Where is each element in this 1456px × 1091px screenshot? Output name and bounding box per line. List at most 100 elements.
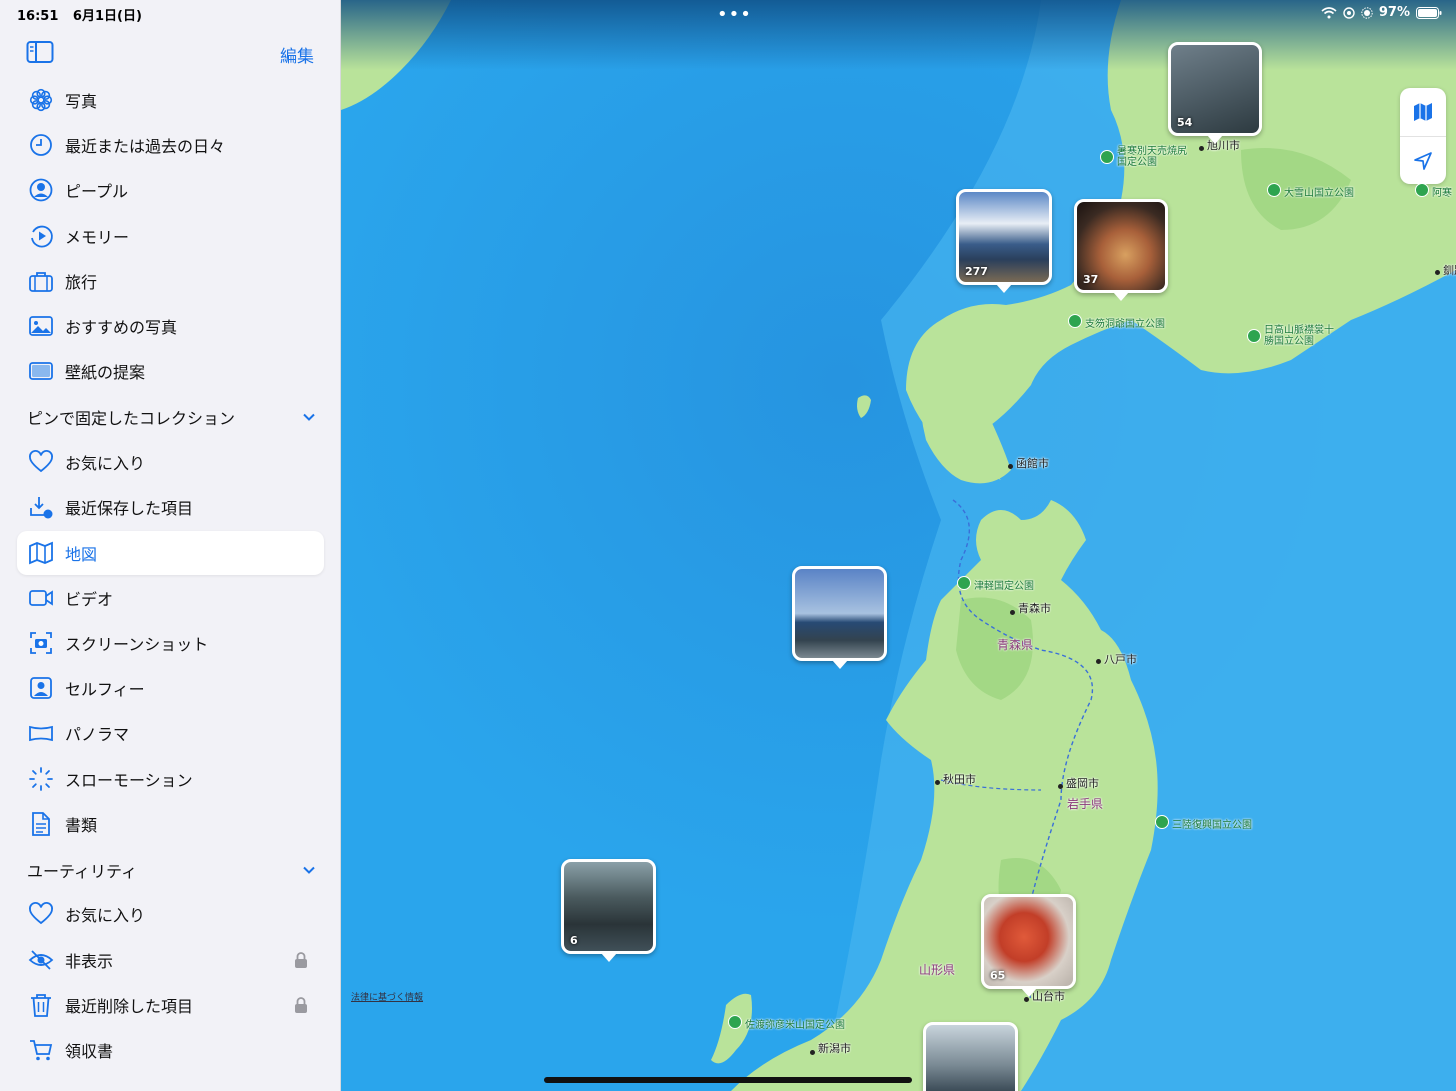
sidebar-item-label: 地図 xyxy=(65,545,98,564)
sidebar-item-label: ビデオ xyxy=(65,590,114,609)
home-indicator[interactable] xyxy=(544,1077,912,1083)
sidebar-item-videos[interactable]: ビデオ xyxy=(17,576,324,620)
sidebar-item-label: スクリーンショット xyxy=(65,635,209,654)
utilities-header[interactable]: ユーティリティ xyxy=(27,855,317,885)
photo-count: 37 xyxy=(1083,273,1099,286)
park-pin-icon[interactable] xyxy=(1155,815,1169,829)
sidebar-item-receipts[interactable]: 領収書 xyxy=(17,1028,324,1072)
sidebar-item-label: 最近または過去の日々 xyxy=(65,137,226,156)
photo-count: 277 xyxy=(965,265,988,278)
park-pin-icon[interactable] xyxy=(1415,183,1429,197)
pinned-collections-header[interactable]: ピンで固定したコレクション xyxy=(27,402,317,432)
suitcase-icon xyxy=(17,259,65,303)
legal-info-link[interactable]: 法律に基づく情報 xyxy=(351,990,423,1003)
sidebar-item-label: おすすめの写真 xyxy=(65,318,178,337)
photo-cluster-pin[interactable]: 277 xyxy=(956,189,1052,293)
map-mode-button[interactable] xyxy=(1400,88,1446,136)
current-location-button[interactable] xyxy=(1400,136,1446,184)
map-controls xyxy=(1400,88,1446,184)
sidebar-item-label: 最近削除した項目 xyxy=(65,997,194,1016)
sidebar-item-label: パノラマ xyxy=(65,725,130,744)
download-icon xyxy=(17,485,65,529)
sidebar-item-trips[interactable]: 旅行 xyxy=(17,259,324,303)
battery-icon xyxy=(1416,6,1442,19)
sidebar-toggle-icon[interactable] xyxy=(26,40,54,64)
sidebar-item-days[interactable]: 最近または過去の日々 xyxy=(17,123,324,167)
sidebar-item-wallpaper[interactable]: 壁紙の提案 xyxy=(17,349,324,393)
sidebar-item-documents[interactable]: 書類 xyxy=(17,802,324,846)
sidebar: 16:51 6月1日(日) 編集 写真 最近または過去の日々 ピープル メモリー… xyxy=(0,0,341,1091)
map-base xyxy=(341,0,1456,1091)
selfie-icon xyxy=(17,666,65,710)
heart-icon xyxy=(17,892,65,936)
lock-icon xyxy=(295,952,307,968)
photo-thumbnail: 54 xyxy=(1168,42,1262,136)
battery-percent: 97% xyxy=(1378,5,1410,20)
map-icon xyxy=(1414,103,1432,121)
park-pin-icon[interactable] xyxy=(728,1015,742,1029)
prefecture-label: 青森県 xyxy=(997,638,1034,652)
park-pin-icon[interactable] xyxy=(1267,183,1281,197)
city-label: 新潟市 xyxy=(818,1042,851,1055)
map-view[interactable]: ••• 97% 暑寒別天売焼尻国定公園 大雪山国立公園 阿寒 支笏洞爺国立公園 … xyxy=(341,0,1456,1091)
screenshot-icon xyxy=(17,621,65,665)
sidebar-item-label: セルフィー xyxy=(65,680,145,699)
sidebar-item-label: 最近保存した項目 xyxy=(65,499,194,518)
sidebar-item-label: 写真 xyxy=(65,92,98,111)
park-pin-icon[interactable] xyxy=(1100,150,1114,164)
wallpaper-icon xyxy=(17,349,65,393)
sidebar-item-utility-favorites[interactable]: お気に入り xyxy=(17,892,324,936)
wifi-icon xyxy=(1321,6,1337,18)
sidebar-item-memories[interactable]: メモリー xyxy=(17,214,324,258)
sidebar-item-label: 旅行 xyxy=(65,273,98,292)
sidebar-item-label: スローモーション xyxy=(65,771,193,790)
sidebar-item-label: 壁紙の提案 xyxy=(65,363,146,382)
sidebar-item-recently-deleted[interactable]: 最近削除した項目 xyxy=(17,983,324,1027)
sidebar-item-label: ピープル xyxy=(65,182,129,201)
photo-cluster-pin[interactable]: 54 xyxy=(1168,42,1262,144)
city-label: 八戸市 xyxy=(1104,653,1137,666)
edit-button[interactable]: 編集 xyxy=(280,42,314,67)
heart-icon xyxy=(17,440,65,484)
city-dot xyxy=(1024,997,1029,1002)
park-pin-icon[interactable] xyxy=(1068,314,1082,328)
sidebar-item-favorites[interactable]: お気に入り xyxy=(17,440,324,484)
photo-pin[interactable] xyxy=(792,566,887,669)
status-bar-left: 16:51 6月1日(日) xyxy=(17,5,152,24)
city-label: 函館市 xyxy=(1016,457,1049,470)
sidebar-item-screenshots[interactable]: スクリーンショット xyxy=(17,621,324,665)
sidebar-item-slowmo[interactable]: スローモーション xyxy=(17,757,324,801)
pin-tail xyxy=(1113,292,1129,301)
park-label: 阿寒 xyxy=(1432,188,1452,199)
sidebar-item-hidden[interactable]: 非表示 xyxy=(17,938,324,982)
city-dot xyxy=(1058,784,1063,789)
location-arrow-icon xyxy=(1414,151,1432,170)
sidebar-item-map[interactable]: 地図 xyxy=(17,531,324,575)
sidebar-item-photos[interactable]: 写真 xyxy=(17,78,324,122)
photo-cluster-pin[interactable]: 65 xyxy=(981,894,1076,997)
park-pin-icon[interactable] xyxy=(957,576,971,590)
photo-count: 54 xyxy=(1177,116,1193,129)
pin-tail xyxy=(600,953,617,962)
photo-cluster-pin[interactable]: 6 xyxy=(561,859,656,962)
sidebar-item-recently-saved[interactable]: 最近保存した項目 xyxy=(17,485,324,529)
park-pin-icon[interactable] xyxy=(1247,329,1261,343)
flower-icon xyxy=(17,78,65,122)
city-dot xyxy=(935,780,940,785)
park-label: 佐渡弥彦米山国定公園 xyxy=(745,1020,845,1031)
park-label: 支笏洞爺国立公園 xyxy=(1085,319,1165,330)
sidebar-item-label: メモリー xyxy=(65,228,130,247)
city-dot xyxy=(1199,146,1204,151)
photo-pin[interactable] xyxy=(923,1022,1018,1091)
multitask-dots[interactable]: ••• xyxy=(717,4,752,25)
status-time: 16:51 xyxy=(17,9,59,24)
sidebar-item-featured[interactable]: おすすめの写真 xyxy=(17,304,324,348)
eye-slash-icon xyxy=(17,938,65,982)
sidebar-item-people[interactable]: ピープル xyxy=(17,168,324,212)
sidebar-item-selfies[interactable]: セルフィー xyxy=(17,666,324,710)
photo-cluster-pin[interactable]: 37 xyxy=(1074,199,1168,301)
city-dot xyxy=(1008,464,1013,469)
sidebar-item-panoramas[interactable]: パノラマ xyxy=(17,711,324,755)
photo-thumbnail: 277 xyxy=(956,189,1052,285)
section-title: ピンで固定したコレクション xyxy=(27,409,236,428)
